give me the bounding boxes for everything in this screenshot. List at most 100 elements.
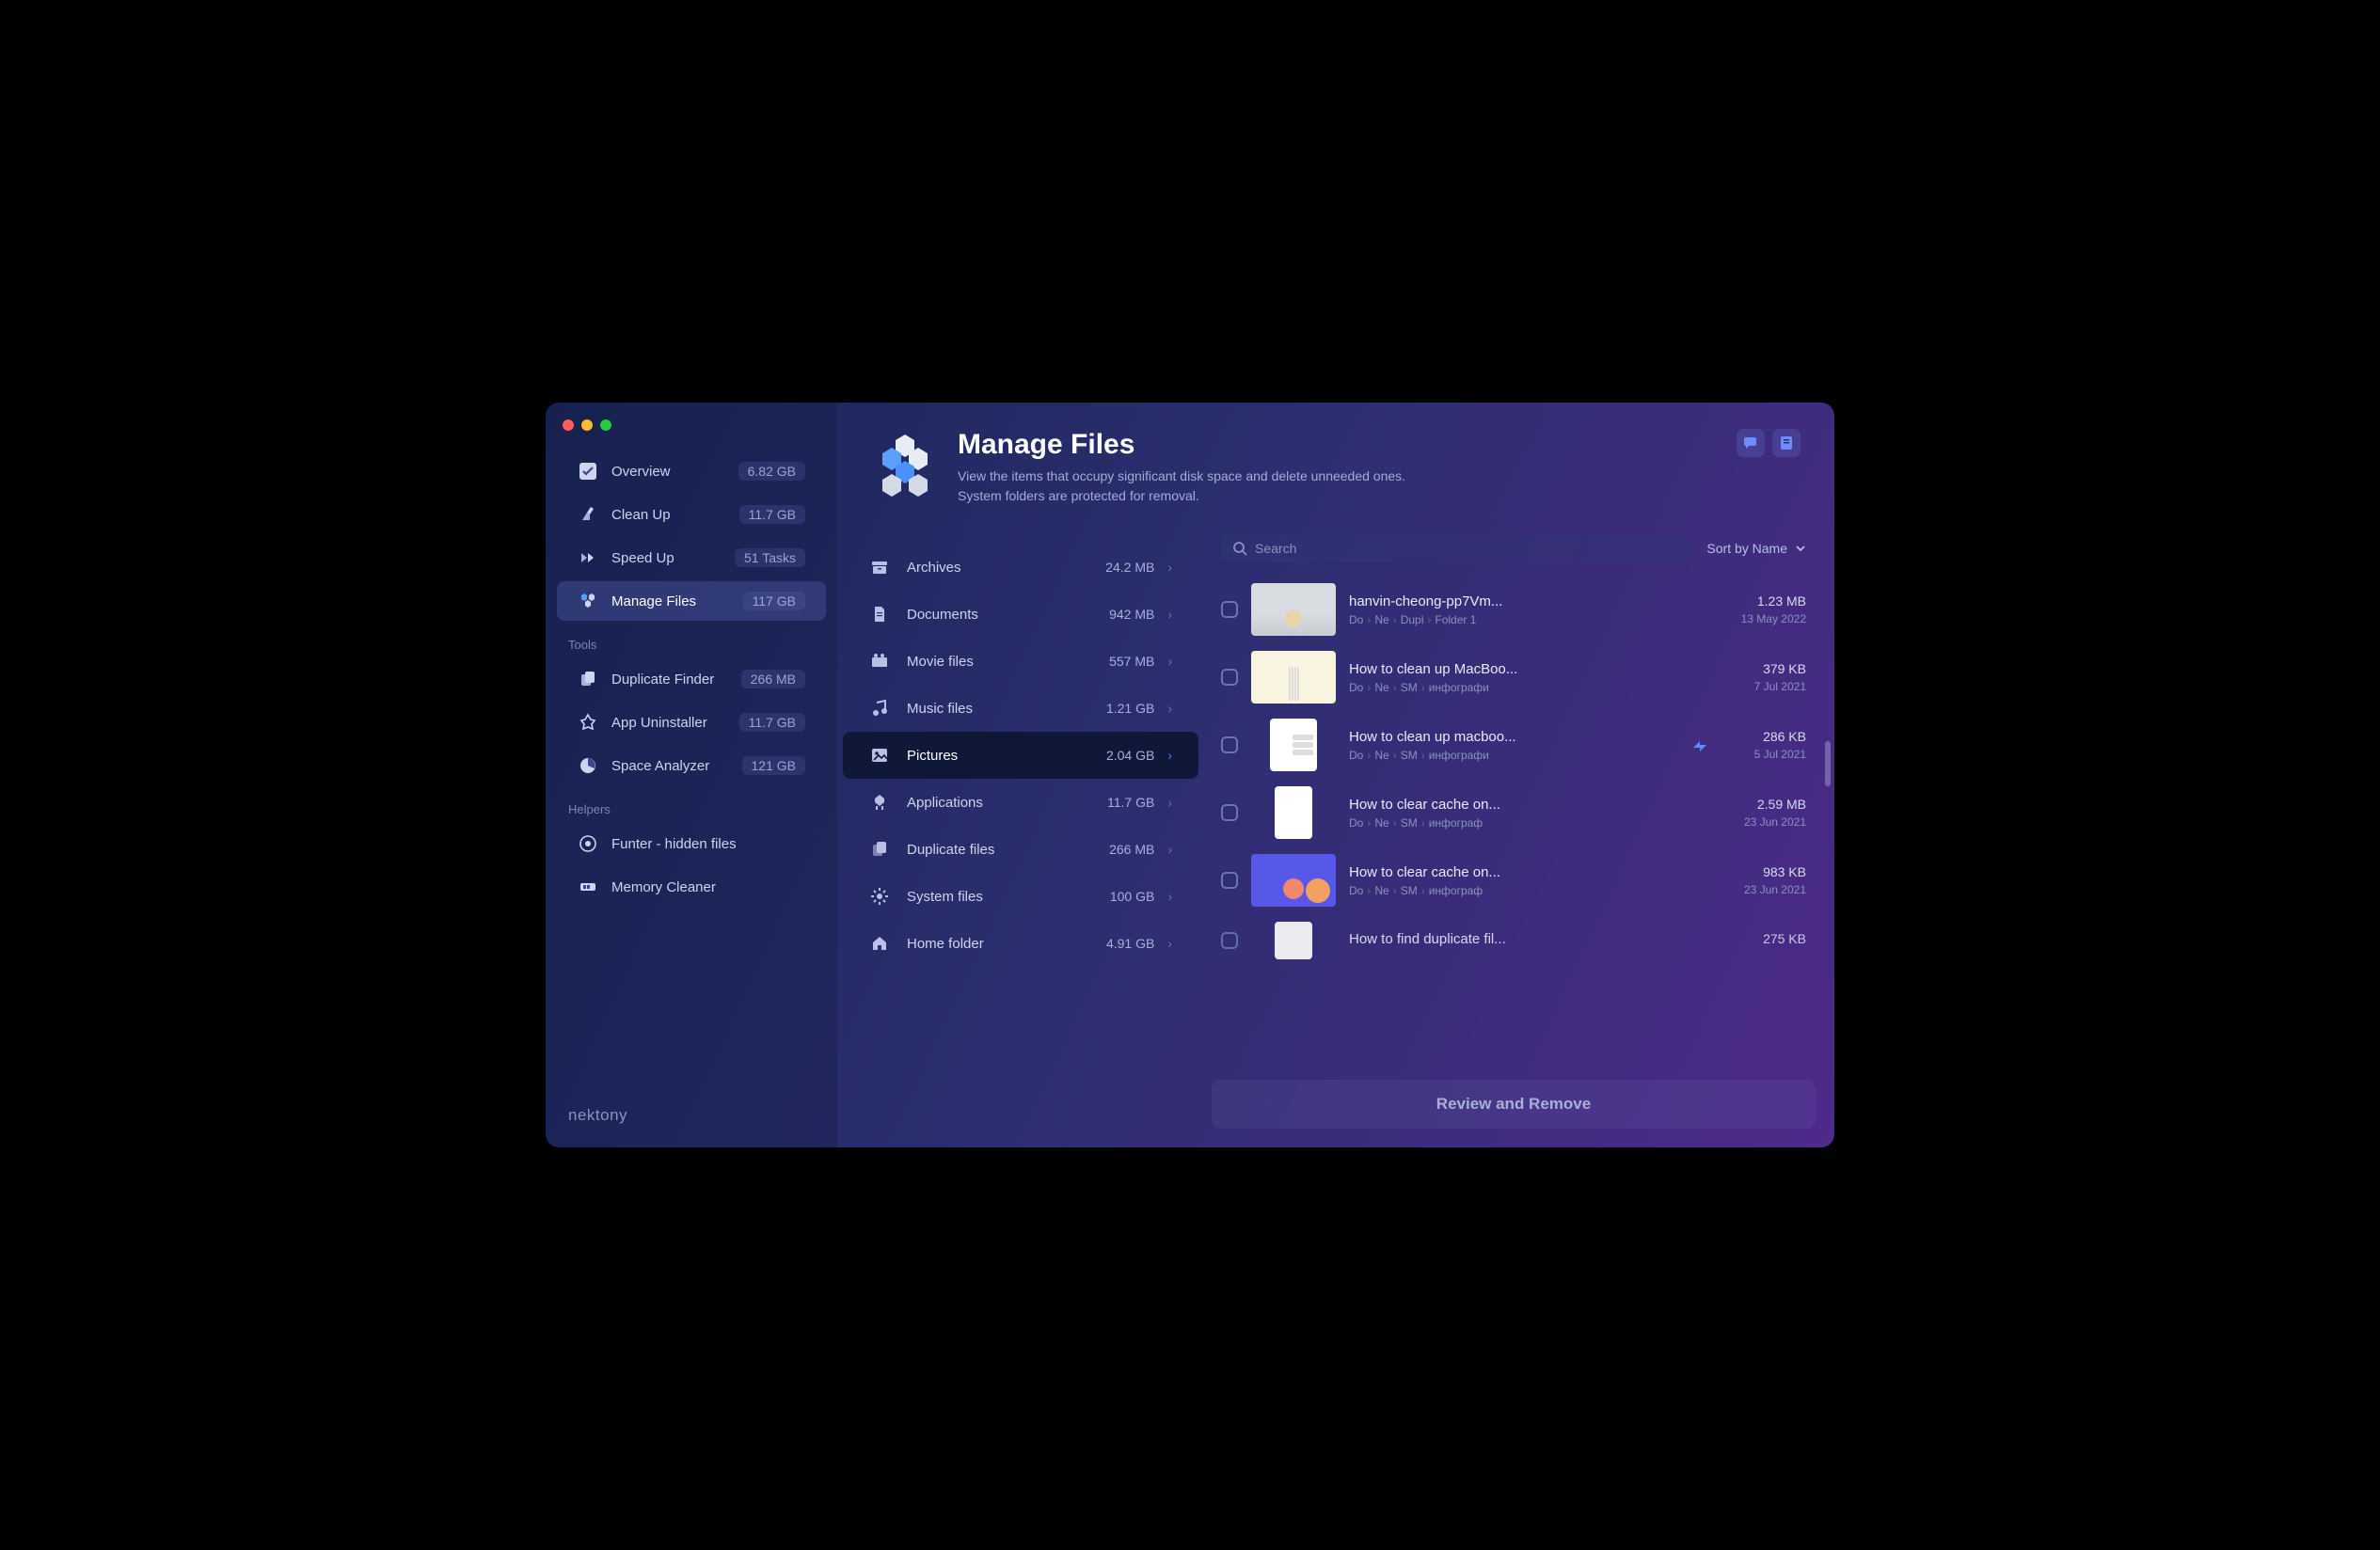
speed-icon (578, 547, 598, 568)
file-row[interactable]: hanvin-cheong-pp7Vm... Do›Ne›Dupl›Folder… (1212, 576, 1816, 643)
search-box[interactable] (1221, 534, 1693, 562)
file-info: How to clean up MacBoo... Do›Ne›SM›инфог… (1349, 661, 1708, 694)
search-input[interactable] (1255, 541, 1682, 556)
sidebar-item-funter[interactable]: Funter - hidden files (557, 824, 826, 863)
sidebar: Overview 6.82 GB Clean Up 11.7 GB Speed … (546, 403, 837, 1147)
sidebar-item-space-analyzer[interactable]: Space Analyzer 121 GB (557, 746, 826, 785)
file-row[interactable]: How to clear cache on... Do›Ne›SM›инфогр… (1212, 846, 1816, 914)
file-thumbnail (1275, 922, 1312, 959)
file-info: How to clear cache on... Do›Ne›SM›инфогр… (1349, 864, 1708, 897)
file-size: 379 KB (1722, 661, 1806, 676)
file-info: How to find duplicate fil... (1349, 931, 1708, 951)
category-label: Home folder (907, 936, 1106, 952)
brand-logo: nektony (546, 1083, 837, 1147)
scrollbar[interactable] (1825, 581, 1831, 1063)
sort-dropdown[interactable]: Sort by Name (1706, 541, 1806, 556)
category-label: Duplicate files (907, 842, 1109, 858)
music-icon (869, 698, 890, 719)
category-size: 2.04 GB (1106, 748, 1154, 763)
home-icon (869, 933, 890, 954)
sidebar-item-manage-files[interactable]: Manage Files 117 GB (557, 581, 826, 621)
file-size: 286 KB (1722, 729, 1806, 744)
file-checkbox[interactable] (1221, 601, 1238, 618)
category-pictures[interactable]: Pictures 2.04 GB › (843, 732, 1198, 779)
window-controls (563, 419, 611, 431)
broom-icon (578, 504, 598, 525)
sidebar-item-duplicate-finder[interactable]: Duplicate Finder 266 MB (557, 659, 826, 699)
file-date: 23 Jun 2021 (1722, 815, 1806, 829)
hexagons-icon (578, 591, 598, 611)
sidebar-item-memory-cleaner[interactable]: Memory Cleaner (557, 867, 826, 907)
file-name: How to clean up macboo... (1349, 729, 1678, 745)
file-thumbnail (1270, 719, 1317, 771)
main-panel: Manage Files View the items that occupy … (837, 403, 1834, 1147)
file-checkbox[interactable] (1221, 736, 1238, 753)
file-list[interactable]: hanvin-cheong-pp7Vm... Do›Ne›Dupl›Folder… (1212, 576, 1816, 1068)
sidebar-item-app-uninstaller[interactable]: App Uninstaller 11.7 GB (557, 703, 826, 742)
file-row[interactable]: How to clean up MacBoo... Do›Ne›SM›инфог… (1212, 643, 1816, 711)
category-size: 1.21 GB (1106, 701, 1154, 716)
category-documents[interactable]: Documents 942 MB › (843, 591, 1198, 638)
sidebar-item-cleanup[interactable]: Clean Up 11.7 GB (557, 495, 826, 534)
header-actions (1737, 429, 1801, 457)
category-movies[interactable]: Movie files 557 MB › (843, 638, 1198, 685)
file-date: 5 Jul 2021 (1722, 748, 1806, 761)
sidebar-item-value: 117 GB (743, 592, 805, 610)
sidebar-item-overview[interactable]: Overview 6.82 GB (557, 451, 826, 491)
category-home-folder[interactable]: Home folder 4.91 GB › (843, 920, 1198, 967)
category-label: Music files (907, 701, 1106, 717)
file-size: 2.59 MB (1722, 797, 1806, 812)
chevron-right-icon: › (1167, 795, 1172, 810)
maximize-window-button[interactable] (600, 419, 611, 431)
review-and-remove-button[interactable]: Review and Remove (1212, 1080, 1816, 1129)
category-label: Movie files (907, 654, 1109, 670)
file-meta: 379 KB 7 Jul 2021 (1722, 661, 1806, 693)
file-meta: 275 KB (1722, 931, 1806, 950)
category-label: Pictures (907, 748, 1106, 764)
file-path: Do›Ne›Dupl›Folder 1 (1349, 613, 1708, 626)
app-icon (869, 792, 890, 813)
file-info: How to clear cache on... Do›Ne›SM›инфогр… (1349, 797, 1708, 830)
files-toolbar: Sort by Name (1212, 525, 1816, 576)
minimize-window-button[interactable] (581, 419, 593, 431)
category-size: 557 MB (1109, 654, 1154, 669)
category-size: 11.7 GB (1107, 795, 1154, 810)
chevron-right-icon: › (1167, 936, 1172, 951)
sidebar-item-label: Clean Up (611, 507, 739, 523)
category-archives[interactable]: Archives 24.2 MB › (843, 544, 1198, 591)
category-music[interactable]: Music files 1.21 GB › (843, 685, 1198, 732)
file-name: How to clear cache on... (1349, 797, 1708, 813)
category-duplicate-files[interactable]: Duplicate files 266 MB › (843, 826, 1198, 873)
file-checkbox[interactable] (1221, 804, 1238, 821)
category-applications[interactable]: Applications 11.7 GB › (843, 779, 1198, 826)
file-row[interactable]: How to clear cache on... Do›Ne›SM›инфогр… (1212, 779, 1816, 846)
category-system-files[interactable]: System files 100 GB › (843, 873, 1198, 920)
guide-button[interactable] (1772, 429, 1801, 457)
picture-icon (869, 745, 890, 766)
file-row[interactable]: How to clean up macboo... Do›Ne›SM›инфог… (1212, 711, 1816, 779)
file-checkbox[interactable] (1221, 669, 1238, 686)
file-checkbox[interactable] (1221, 872, 1238, 889)
file-meta: 2.59 MB 23 Jun 2021 (1722, 797, 1806, 829)
chevron-right-icon: › (1167, 889, 1172, 904)
close-window-button[interactable] (563, 419, 574, 431)
file-path: Do›Ne›SM›инфографи (1349, 749, 1678, 762)
scrollbar-thumb[interactable] (1825, 741, 1831, 786)
sidebar-item-speedup[interactable]: Speed Up 51 Tasks (557, 538, 826, 577)
category-size: 24.2 MB (1105, 560, 1154, 575)
chevron-right-icon: › (1167, 748, 1172, 763)
overview-icon (578, 461, 598, 482)
sidebar-item-value: 6.82 GB (738, 462, 805, 481)
sidebar-item-label: Funter - hidden files (611, 836, 805, 852)
file-checkbox[interactable] (1221, 932, 1238, 949)
sidebar-item-label: Space Analyzer (611, 758, 742, 774)
chat-button[interactable] (1737, 429, 1765, 457)
header: Manage Files View the items that occupy … (837, 403, 1834, 525)
file-row[interactable]: How to find duplicate fil... 275 KB (1212, 914, 1816, 967)
chevron-down-icon (1795, 543, 1806, 554)
page-title: Manage Files (958, 429, 1737, 461)
files-panel: Sort by Name hanvin-cheong-pp7Vm... Do›N… (1204, 525, 1834, 1147)
file-name: How to clean up MacBoo... (1349, 661, 1708, 677)
file-path: Do›Ne›SM›инфограф (1349, 816, 1708, 830)
sidebar-item-label: Speed Up (611, 550, 735, 566)
